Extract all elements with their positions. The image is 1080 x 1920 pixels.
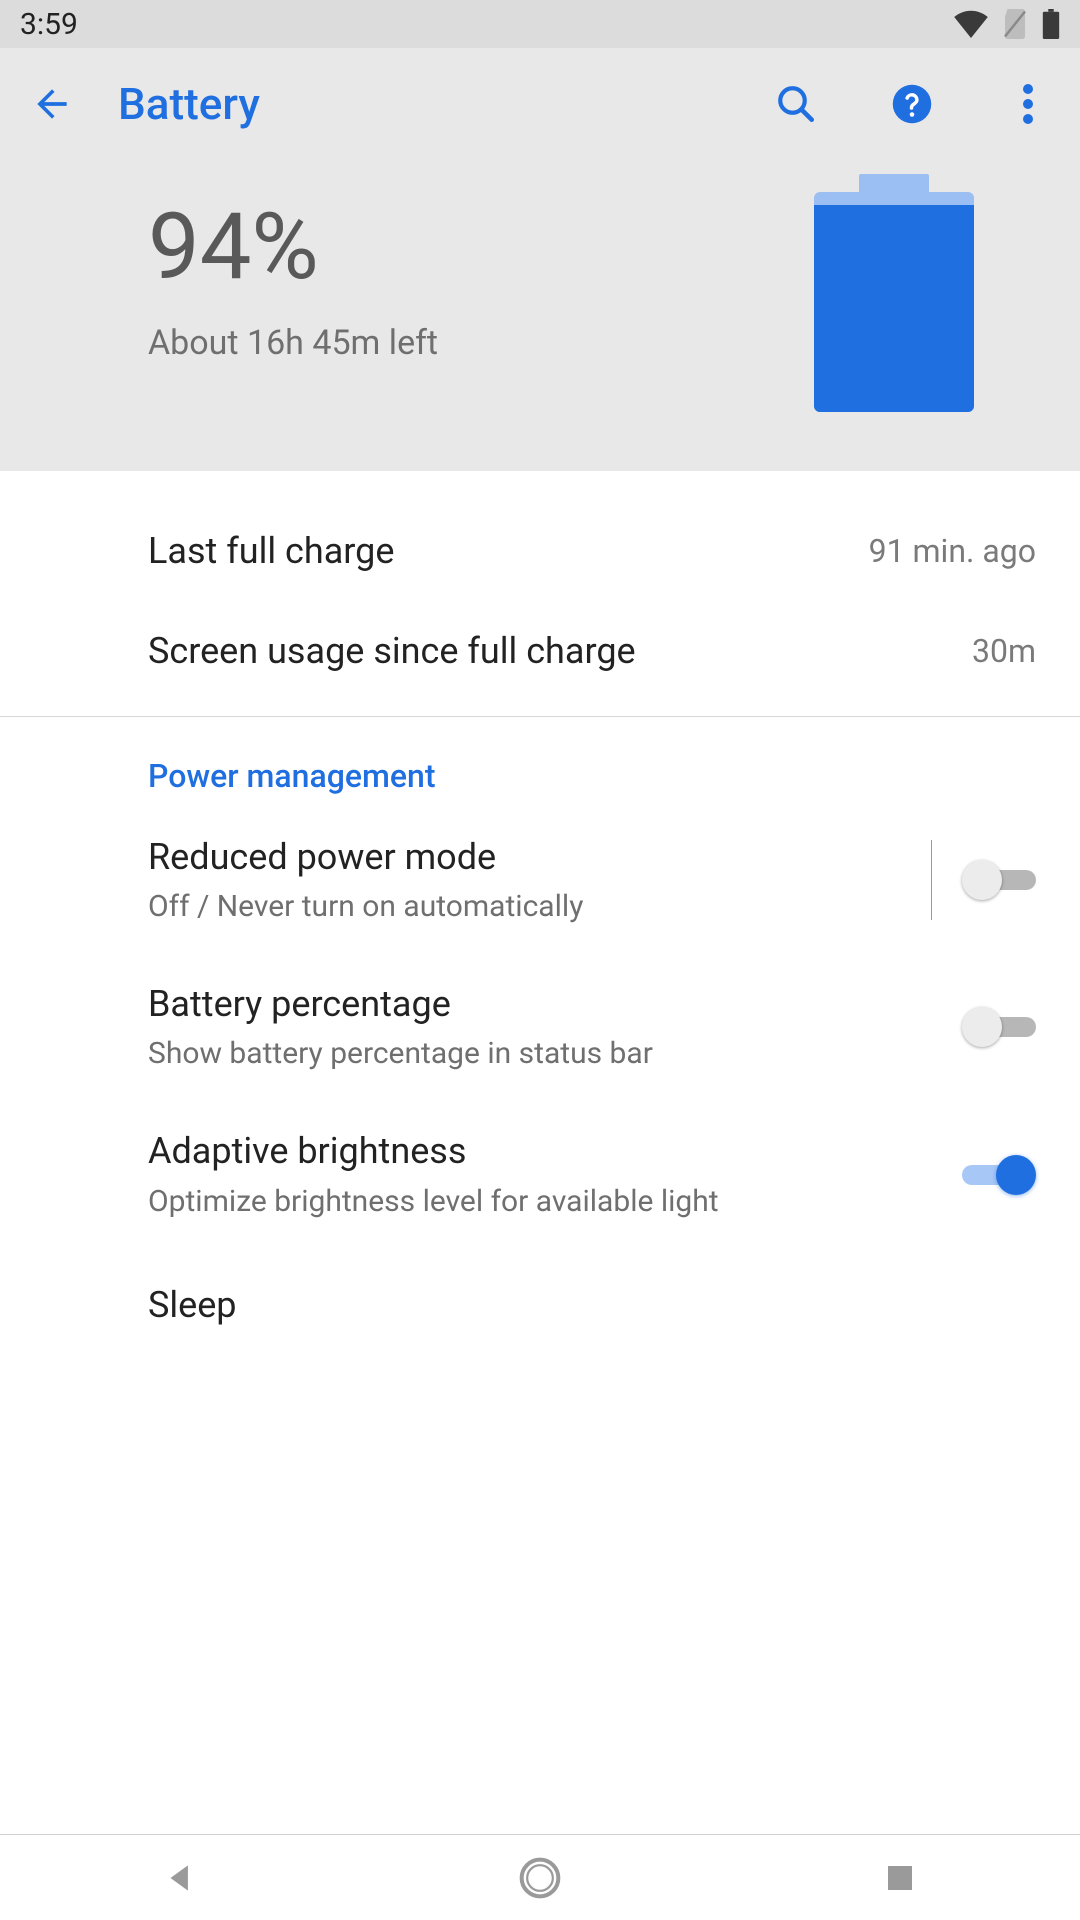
adaptive-brightness-row[interactable]: Adaptive brightness Optimize brightness …	[0, 1101, 1080, 1248]
last-full-charge-row[interactable]: Last full charge 91 min. ago	[0, 501, 1080, 602]
screen-usage-row[interactable]: Screen usage since full charge 30m	[0, 601, 1080, 702]
setting-title: Adaptive brightness	[148, 1127, 902, 1176]
row-label: Last full charge	[148, 527, 869, 576]
status-icons	[954, 9, 1060, 39]
nav-home-button[interactable]	[510, 1848, 570, 1908]
reduced-power-mode-row[interactable]: Reduced power mode Off / Never turn on a…	[0, 807, 1080, 954]
help-button[interactable]	[888, 80, 936, 128]
battery-graphic	[814, 174, 974, 414]
page-title: Battery	[118, 78, 704, 130]
setting-title: Reduced power mode	[148, 833, 901, 882]
more-vert-icon	[1023, 84, 1033, 124]
section-header-power-management: Power management	[0, 717, 1080, 807]
search-button[interactable]	[772, 80, 820, 128]
square-recents-icon	[884, 1862, 916, 1894]
header-zone: Battery 94% About 16h 45m left	[0, 48, 1080, 471]
battery-percentage-row[interactable]: Battery percentage Show battery percenta…	[0, 954, 1080, 1101]
nav-recents-button[interactable]	[870, 1848, 930, 1908]
help-icon	[891, 83, 933, 125]
row-value: 91 min. ago	[869, 532, 1036, 570]
adaptive-brightness-toggle[interactable]	[962, 1155, 1036, 1195]
vertical-separator	[931, 840, 932, 920]
row-label: Screen usage since full charge	[148, 627, 972, 676]
reduced-power-mode-toggle[interactable]	[962, 860, 1036, 900]
battery-hero: 94% About 16h 45m left	[0, 160, 1080, 471]
navigation-bar	[0, 1834, 1080, 1920]
row-value: 30m	[972, 632, 1036, 670]
wifi-icon	[954, 10, 988, 38]
overflow-menu-button[interactable]	[1004, 80, 1052, 128]
triangle-back-icon	[161, 1859, 199, 1897]
setting-summary: Show battery percentage in status bar	[148, 1034, 788, 1075]
app-bar: Battery	[0, 48, 1080, 160]
nav-back-button[interactable]	[150, 1848, 210, 1908]
setting-title: Battery percentage	[148, 980, 902, 1029]
battery-status-icon	[1042, 9, 1060, 39]
circle-home-icon	[518, 1856, 562, 1900]
search-icon	[775, 83, 817, 125]
battery-percentage-toggle[interactable]	[962, 1007, 1036, 1047]
setting-summary: Off / Never turn on automatically	[148, 887, 788, 928]
setting-summary: Optimize brightness level for available …	[148, 1182, 788, 1223]
status-bar: 3:59	[0, 0, 1080, 48]
no-sim-icon	[1002, 9, 1028, 39]
status-time: 3:59	[20, 7, 78, 42]
arrow-back-icon	[30, 82, 74, 126]
content: Last full charge 91 min. ago Screen usag…	[0, 471, 1080, 1326]
sleep-row-partial[interactable]: Sleep	[0, 1248, 1080, 1326]
back-button[interactable]	[28, 80, 76, 128]
